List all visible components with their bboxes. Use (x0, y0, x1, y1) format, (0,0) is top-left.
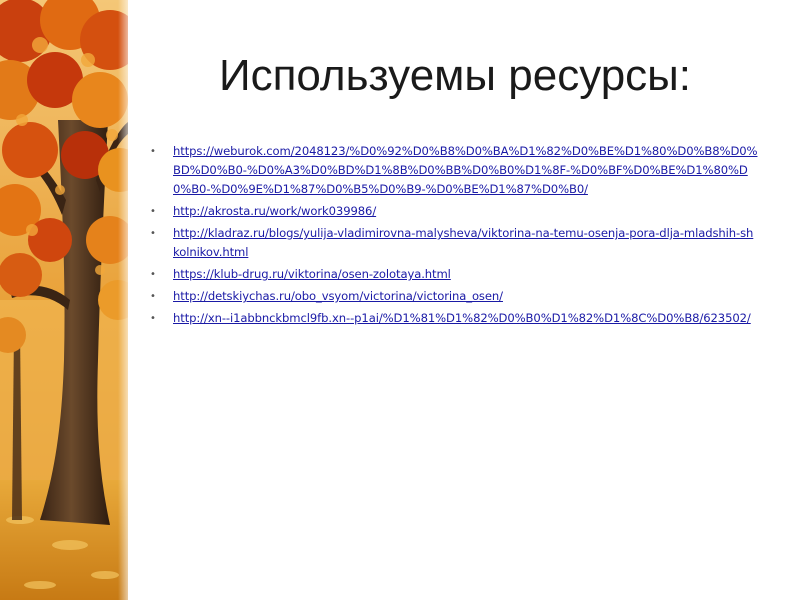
resource-link-weburok[interactable]: https://weburok.com/2048123/%D0%92%D0%B8… (173, 144, 758, 196)
bullet-icon: • (150, 269, 156, 280)
resource-link-klub-drug[interactable]: https://klub-drug.ru/viktorina/osen-zolo… (173, 267, 451, 281)
image-fade (118, 0, 144, 600)
list-item: • https://weburok.com/2048123/%D0%92%D0%… (146, 142, 758, 199)
resource-link-akrosta[interactable]: http://akrosta.ru/work/work039986/ (173, 204, 376, 218)
slide-title: Используемы ресурсы: (218, 51, 692, 100)
bullet-icon: • (150, 313, 156, 324)
list-item: • http://akrosta.ru/work/work039986/ (146, 202, 758, 221)
bullet-icon: • (150, 228, 156, 239)
list-item: • http://xn--i1abbnckbmcl9fb.xn--p1ai/%D… (146, 309, 758, 328)
list-item: • http://detskiychas.ru/obo_vsyom/victor… (146, 287, 758, 306)
resource-link-xn[interactable]: http://xn--i1abbnckbmcl9fb.xn--p1ai/%D1%… (173, 311, 751, 325)
resource-list: • https://weburok.com/2048123/%D0%92%D0%… (146, 142, 758, 331)
resource-link-kladraz[interactable]: http://kladraz.ru/blogs/yulija-vladimiro… (173, 226, 753, 259)
bullet-icon: • (150, 206, 156, 217)
bullet-icon: • (150, 146, 156, 157)
list-item: • http://kladraz.ru/blogs/yulija-vladimi… (146, 224, 758, 262)
slide: Используемы ресурсы: • https://weburok.c… (0, 0, 800, 600)
resource-link-detskiychas[interactable]: http://detskiychas.ru/obo_vsyom/victorin… (173, 289, 503, 303)
list-item: • https://klub-drug.ru/viktorina/osen-zo… (146, 265, 758, 284)
bullet-icon: • (150, 291, 156, 302)
autumn-tree-image (0, 0, 128, 600)
